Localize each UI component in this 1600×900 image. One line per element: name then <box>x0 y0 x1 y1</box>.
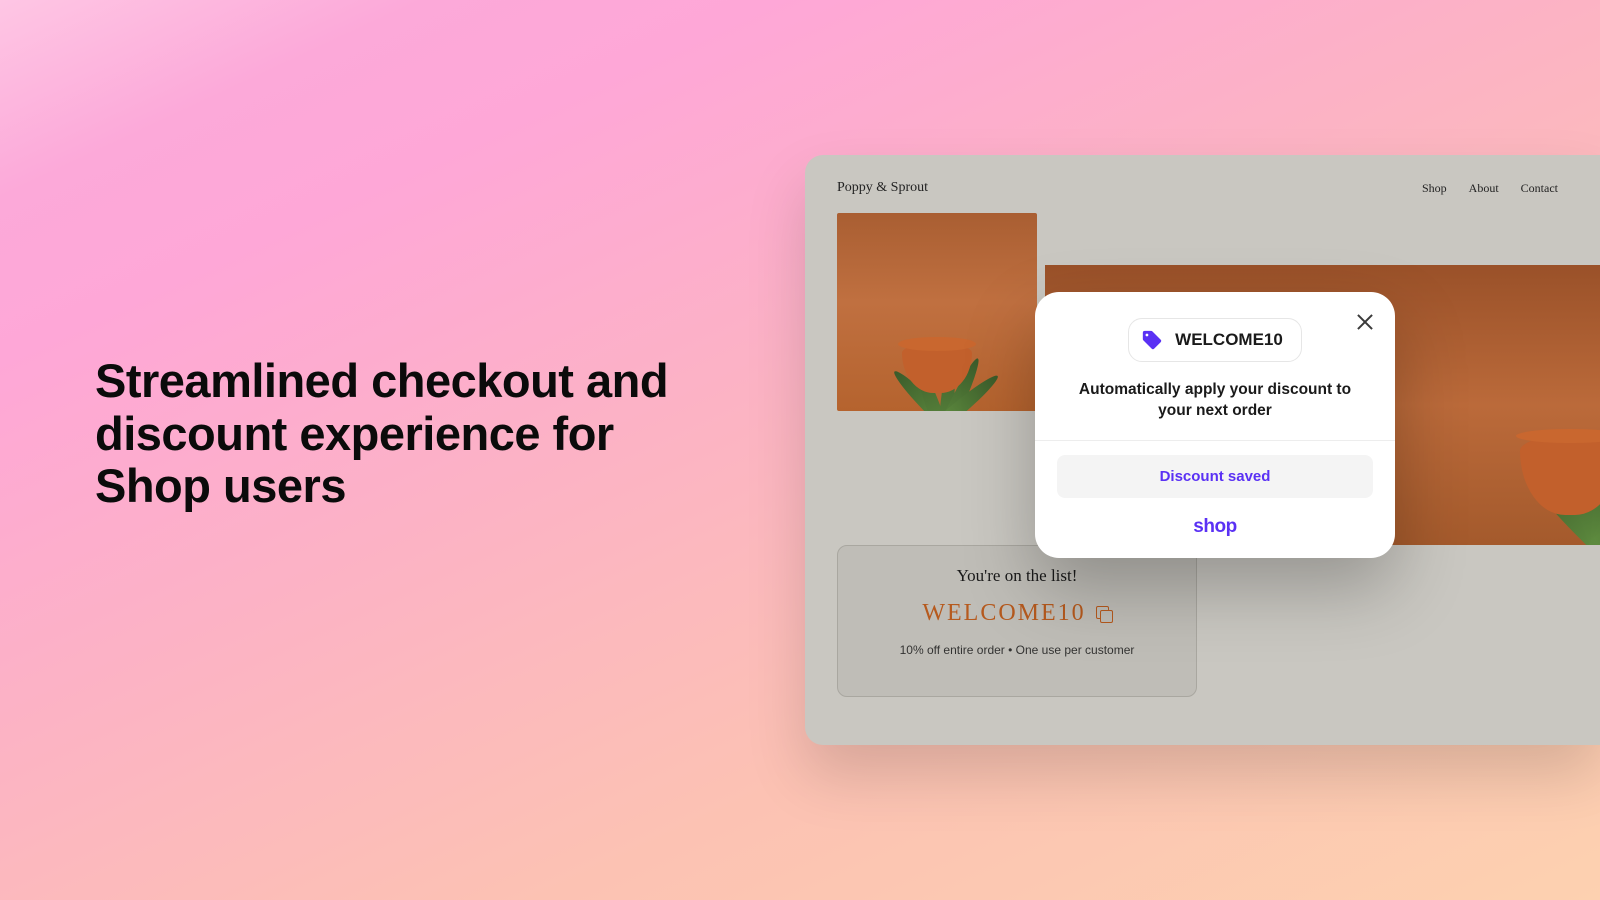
pot-illustration <box>1520 435 1600 515</box>
close-icon[interactable] <box>1353 310 1377 334</box>
nav-link-about[interactable]: About <box>1469 181 1499 196</box>
shop-logo: shop <box>1057 516 1373 538</box>
popup-body-text: Automatically apply your discount to you… <box>1065 380 1365 422</box>
tag-icon <box>1141 329 1163 351</box>
discount-saved-button[interactable]: Discount saved <box>1057 455 1373 498</box>
headline: Streamlined checkout and discount experi… <box>95 355 715 513</box>
nav-link-contact[interactable]: Contact <box>1521 181 1558 196</box>
store-brand[interactable]: Poppy & Sprout <box>837 180 928 196</box>
product-image-small <box>837 213 1037 411</box>
discount-code-display[interactable]: WELCOME10 <box>922 600 1111 627</box>
discount-chip-code: WELCOME10 <box>1175 330 1283 350</box>
marketing-slide: Streamlined checkout and discount experi… <box>0 0 1600 900</box>
divider <box>1035 440 1395 441</box>
storefront-nav: Shop About Contact <box>1422 181 1558 196</box>
discount-code-text: WELCOME10 <box>922 600 1085 627</box>
discount-description: 10% off entire order • One use per custo… <box>838 643 1196 657</box>
nav-link-shop[interactable]: Shop <box>1422 181 1447 196</box>
subscribe-confirmation-card: You're on the list! WELCOME10 10% off en… <box>837 545 1197 697</box>
storefront-header: Poppy & Sprout Shop About Contact <box>837 173 1568 203</box>
shop-discount-popup: WELCOME10 Automatically apply your disco… <box>1035 292 1395 558</box>
subscribe-title: You're on the list! <box>838 566 1196 586</box>
discount-chip: WELCOME10 <box>1128 318 1302 362</box>
copy-icon[interactable] <box>1096 606 1112 622</box>
